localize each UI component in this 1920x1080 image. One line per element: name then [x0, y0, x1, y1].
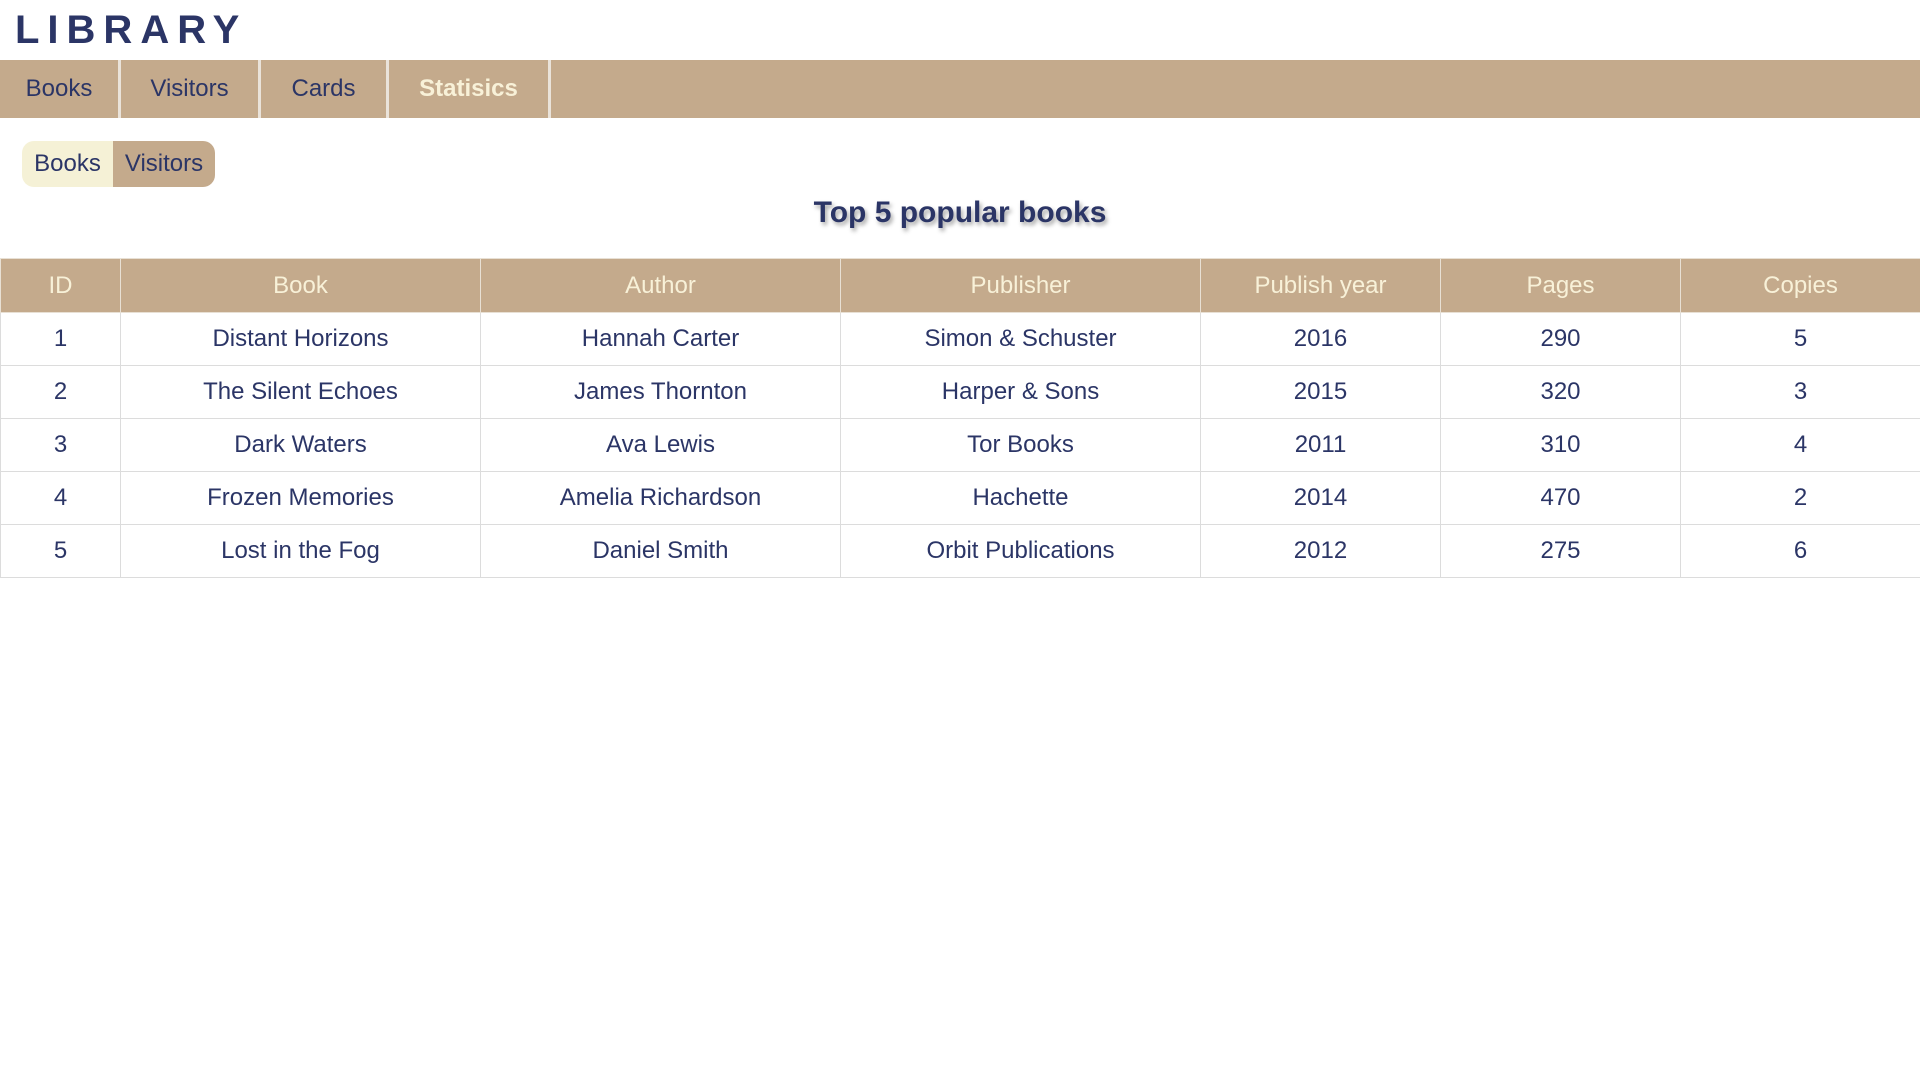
cell-id: 2	[0, 365, 121, 419]
app-title: LIBRARY	[15, 7, 248, 52]
cell-id: 4	[0, 471, 121, 525]
table-header-row: ID Book Author Publisher Publish year Pa…	[0, 258, 1920, 313]
cell-book: The Silent Echoes	[120, 365, 481, 419]
cell-publisher: Simon & Schuster	[840, 312, 1201, 366]
table-row[interactable]: 2 The Silent Echoes James Thornton Harpe…	[0, 365, 1920, 419]
tab-books[interactable]: Books	[0, 60, 121, 118]
cell-id: 5	[0, 524, 121, 578]
cell-id: 1	[0, 312, 121, 366]
cell-publish-year: 2016	[1200, 312, 1441, 366]
cell-publisher: Orbit Publications	[840, 524, 1201, 578]
main-nav: Books Visitors Cards Statisics	[0, 60, 1920, 118]
cell-publish-year: 2015	[1200, 365, 1441, 419]
cell-copies: 6	[1680, 524, 1920, 578]
cell-publisher: Hachette	[840, 471, 1201, 525]
column-header-pages: Pages	[1440, 258, 1681, 313]
cell-author: Daniel Smith	[480, 524, 841, 578]
tab-statistics[interactable]: Statisics	[389, 60, 551, 118]
cell-book: Frozen Memories	[120, 471, 481, 525]
column-header-publish-year: Publish year	[1200, 258, 1441, 313]
column-header-author: Author	[480, 258, 841, 313]
cell-publisher: Tor Books	[840, 418, 1201, 472]
column-header-book: Book	[120, 258, 481, 313]
column-header-copies: Copies	[1680, 258, 1920, 313]
column-header-publisher: Publisher	[840, 258, 1201, 313]
popular-books-table: ID Book Author Publisher Publish year Pa…	[0, 258, 1920, 578]
table-row[interactable]: 4 Frozen Memories Amelia Richardson Hach…	[0, 471, 1920, 525]
cell-publish-year: 2014	[1200, 471, 1441, 525]
cell-copies: 5	[1680, 312, 1920, 366]
cell-copies: 3	[1680, 365, 1920, 419]
cell-author: Hannah Carter	[480, 312, 841, 366]
cell-book: Dark Waters	[120, 418, 481, 472]
cell-author: Amelia Richardson	[480, 471, 841, 525]
subtab-books[interactable]: Books	[22, 141, 113, 187]
cell-pages: 310	[1440, 418, 1681, 472]
cell-book: Distant Horizons	[120, 312, 481, 366]
cell-book: Lost in the Fog	[120, 524, 481, 578]
popular-books-table-container: ID Book Author Publisher Publish year Pa…	[0, 258, 1920, 578]
cell-publish-year: 2011	[1200, 418, 1441, 472]
cell-copies: 2	[1680, 471, 1920, 525]
statistics-subtabs: Books Visitors	[22, 141, 215, 187]
tab-visitors[interactable]: Visitors	[121, 60, 261, 118]
cell-publisher: Harper & Sons	[840, 365, 1201, 419]
column-header-id: ID	[0, 258, 121, 313]
table-row[interactable]: 3 Dark Waters Ava Lewis Tor Books 2011 3…	[0, 418, 1920, 472]
subtab-visitors[interactable]: Visitors	[113, 141, 215, 187]
table-row[interactable]: 1 Distant Horizons Hannah Carter Simon &…	[0, 312, 1920, 366]
tab-cards[interactable]: Cards	[261, 60, 389, 118]
cell-pages: 470	[1440, 471, 1681, 525]
cell-id: 3	[0, 418, 121, 472]
cell-pages: 290	[1440, 312, 1681, 366]
cell-author: James Thornton	[480, 365, 841, 419]
cell-pages: 275	[1440, 524, 1681, 578]
cell-publish-year: 2012	[1200, 524, 1441, 578]
cell-pages: 320	[1440, 365, 1681, 419]
cell-copies: 4	[1680, 418, 1920, 472]
section-title: Top 5 popular books	[813, 196, 1107, 229]
cell-author: Ava Lewis	[480, 418, 841, 472]
table-row[interactable]: 5 Lost in the Fog Daniel Smith Orbit Pub…	[0, 524, 1920, 578]
